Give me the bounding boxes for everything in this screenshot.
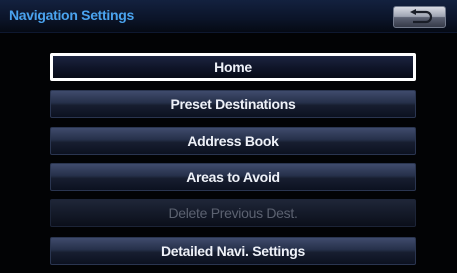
back-arrow-icon [410, 9, 433, 24]
navigation-settings-screen: Navigation Settings Home Preset Destinat… [0, 0, 457, 273]
preset-destinations-button[interactable]: Preset Destinations [50, 90, 416, 118]
address-book-button[interactable]: Address Book [50, 127, 416, 155]
page-title: Navigation Settings [9, 7, 134, 23]
back-button[interactable] [393, 6, 446, 28]
home-button[interactable]: Home [50, 53, 416, 81]
areas-to-avoid-button[interactable]: Areas to Avoid [50, 163, 416, 191]
header-bar: Navigation Settings [0, 0, 457, 33]
delete-previous-dest-button: Delete Previous Dest. [50, 199, 416, 227]
detailed-navi-settings-button[interactable]: Detailed Navi. Settings [50, 237, 416, 265]
